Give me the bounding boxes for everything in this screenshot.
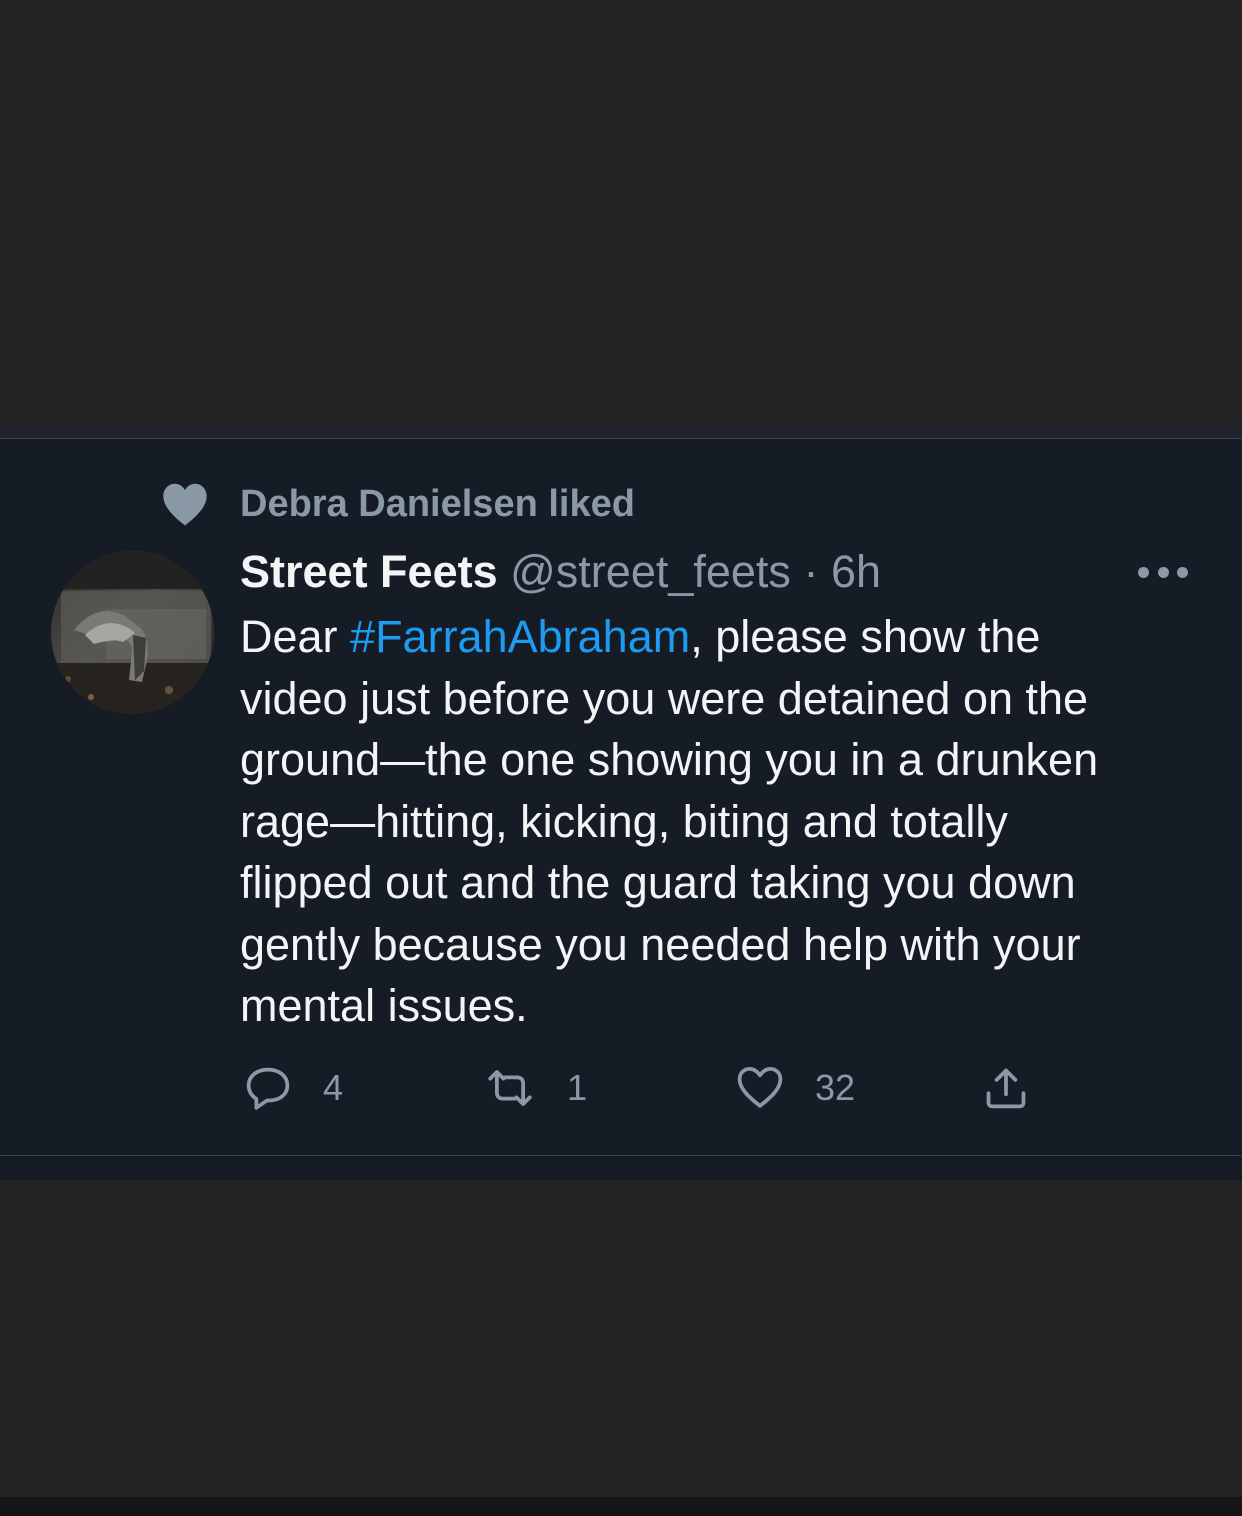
- more-dots-icon: [1157, 566, 1169, 578]
- reply-count: 4: [323, 1067, 344, 1108]
- header-separator: ·: [803, 546, 819, 597]
- tweet-text: Dear: [240, 611, 351, 662]
- reply-icon: [246, 1067, 290, 1110]
- bottom-divider: [0, 1155, 1242, 1156]
- share-button[interactable]: [981, 1063, 1035, 1113]
- more-options-button[interactable]: [1134, 555, 1192, 589]
- liked-by-text[interactable]: Debra Danielsen liked: [240, 481, 635, 527]
- tweet-body: Dear #FarrahAbraham, please show the vid…: [240, 606, 1200, 1037]
- like-button[interactable]: 32: [735, 1063, 885, 1113]
- tweet-text-line: rage—hitting, kicking, biting and totall…: [240, 795, 1008, 847]
- tweet-timestamp[interactable]: 6h: [831, 546, 881, 597]
- retweet-count: 1: [567, 1067, 588, 1108]
- retweet-icon: [488, 1070, 532, 1106]
- tweet-text-line: gently because you needed help with your: [240, 918, 1081, 970]
- avatar-image: [51, 551, 214, 714]
- avatar[interactable]: [51, 551, 214, 714]
- top-divider: [0, 427, 1242, 439]
- tweet-text-line: Dear #FarrahAbraham, please show the: [240, 606, 1200, 668]
- retweet-button[interactable]: 1: [485, 1063, 605, 1113]
- more-dots-icon: [1177, 566, 1188, 578]
- tweet-text-line: ground—the one showing you in a drunken: [240, 734, 1099, 785]
- heart-icon: [163, 483, 207, 526]
- like-count: 32: [815, 1067, 856, 1108]
- hashtag-link[interactable]: #FarrahAbraham: [350, 611, 690, 662]
- tweet-text-line: mental issues.: [240, 980, 528, 1031]
- bottom-strip: [0, 1497, 1242, 1516]
- tweet-card[interactable]: Debra Danielsen liked Street Feets @stre…: [0, 427, 1242, 1180]
- tweet-header: Street Feets @street_feets · 6h: [240, 545, 881, 599]
- share-icon: [986, 1068, 1026, 1109]
- user-handle[interactable]: @street_feets: [510, 546, 791, 597]
- tweet-text-line: flipped out and the guard taking you dow…: [240, 857, 1076, 908]
- social-context[interactable]: Debra Danielsen liked: [160, 479, 635, 529]
- heart-outline-icon: [737, 1066, 783, 1108]
- tweet-text-line: video just before you were detained on t…: [240, 672, 1089, 724]
- reply-button[interactable]: 4: [243, 1063, 363, 1113]
- tweet-text: , please show the: [690, 611, 1041, 662]
- more-dots-icon: [1138, 566, 1149, 578]
- display-name[interactable]: Street Feets: [240, 546, 498, 597]
